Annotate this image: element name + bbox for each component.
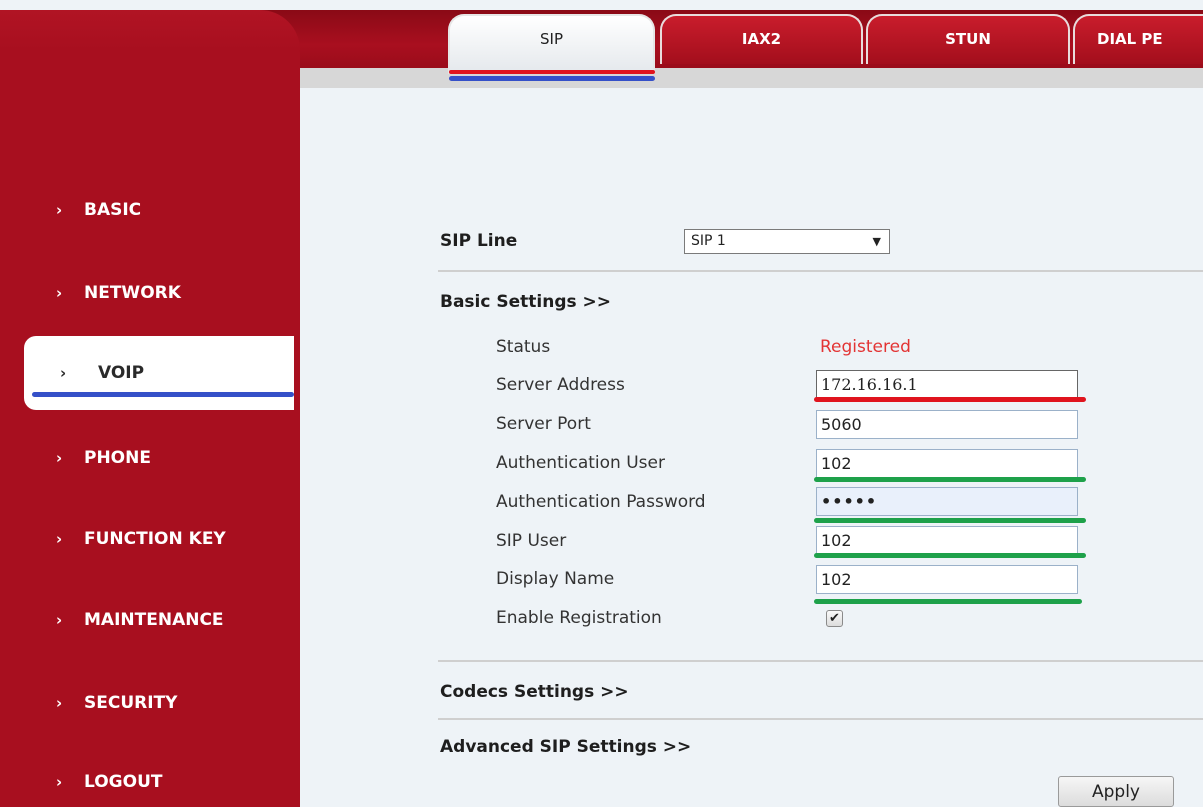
- tab-dial-peer[interactable]: DIAL PE: [1073, 14, 1203, 64]
- sip-line-selected-value: SIP 1: [691, 233, 726, 249]
- divider: [438, 660, 1203, 662]
- server-address-label: Server Address: [496, 375, 625, 395]
- sidebar-item-label: FUNCTION KEY: [84, 529, 226, 549]
- sidebar-item-label: LOGOUT: [84, 772, 163, 792]
- codecs-settings-toggle[interactable]: Codecs Settings >>: [440, 682, 629, 702]
- sidebar-item-network[interactable]: › NETWORK: [0, 273, 300, 313]
- apply-button[interactable]: Apply: [1058, 776, 1174, 807]
- sidebar-item-label: BASIC: [84, 200, 142, 220]
- annotation-underline-green: [814, 553, 1086, 558]
- sidebar-item-label: SECURITY: [84, 693, 178, 713]
- sip-line-label: SIP Line: [440, 231, 518, 251]
- sidebar-item-logout[interactable]: › LOGOUT: [0, 762, 300, 802]
- enable-registration-checkbox[interactable]: ✔: [826, 610, 843, 627]
- chevron-right-icon: ›: [56, 773, 63, 791]
- display-name-label: Display Name: [496, 569, 615, 589]
- sidebar-item-label: VOIP: [98, 363, 145, 383]
- server-port-input[interactable]: 5060: [816, 410, 1078, 439]
- sidebar-item-security[interactable]: › SECURITY: [0, 683, 300, 723]
- divider: [438, 718, 1203, 720]
- sidebar-item-function-key[interactable]: › FUNCTION KEY: [0, 519, 300, 559]
- server-port-label: Server Port: [496, 414, 591, 434]
- chevron-right-icon: ›: [56, 530, 63, 548]
- chevron-right-icon: ›: [56, 449, 63, 467]
- sip-user-label: SIP User: [496, 531, 567, 551]
- sidebar-item-label: NETWORK: [84, 283, 181, 303]
- status-value: Registered: [820, 337, 911, 357]
- sidebar-item-maintenance[interactable]: › MAINTENANCE: [0, 600, 300, 640]
- chevron-right-icon: ›: [56, 201, 63, 219]
- sip-line-select[interactable]: SIP 1 ▼: [684, 229, 890, 254]
- annotation-underline-red: [449, 70, 655, 74]
- auth-user-input[interactable]: 102: [816, 449, 1078, 478]
- enable-registration-label: Enable Registration: [496, 608, 662, 628]
- annotation-underline-green: [814, 477, 1086, 482]
- auth-password-input[interactable]: •••••: [816, 487, 1078, 516]
- basic-settings-toggle[interactable]: Basic Settings >>: [440, 292, 611, 312]
- display-name-input[interactable]: 102: [816, 565, 1078, 594]
- annotation-underline-red: [814, 397, 1086, 402]
- tab-stun[interactable]: STUN: [866, 14, 1070, 64]
- server-address-input[interactable]: 172.16.16.1: [816, 370, 1078, 399]
- chevron-right-icon: ›: [56, 611, 63, 629]
- auth-user-label: Authentication User: [496, 453, 665, 473]
- divider: [438, 270, 1203, 272]
- chevron-right-icon: ›: [56, 694, 63, 712]
- annotation-underline-blue: [449, 76, 655, 81]
- chevron-right-icon: ›: [60, 364, 67, 382]
- tab-sip[interactable]: SIP: [448, 14, 655, 74]
- auth-password-label: Authentication Password: [496, 492, 706, 512]
- dropdown-arrow-icon: ▼: [872, 235, 881, 248]
- sidebar-item-voip[interactable]: › VOIP: [24, 336, 294, 410]
- chevron-right-icon: ›: [56, 284, 63, 302]
- sip-user-input[interactable]: 102: [816, 526, 1078, 555]
- annotation-underline-green: [814, 599, 1082, 604]
- tab-iax2[interactable]: IAX2: [660, 14, 863, 64]
- tab-strip-underline: [290, 68, 1203, 88]
- status-label: Status: [496, 337, 551, 357]
- sidebar-item-basic[interactable]: › BASIC: [0, 190, 300, 230]
- annotation-underline-green: [814, 518, 1086, 523]
- annotation-underline-blue: [32, 392, 294, 397]
- advanced-sip-settings-toggle[interactable]: Advanced SIP Settings >>: [440, 737, 691, 757]
- sidebar-item-label: PHONE: [84, 448, 151, 468]
- sidebar-item-label: MAINTENANCE: [84, 610, 224, 630]
- sidebar-item-phone[interactable]: › PHONE: [0, 438, 300, 478]
